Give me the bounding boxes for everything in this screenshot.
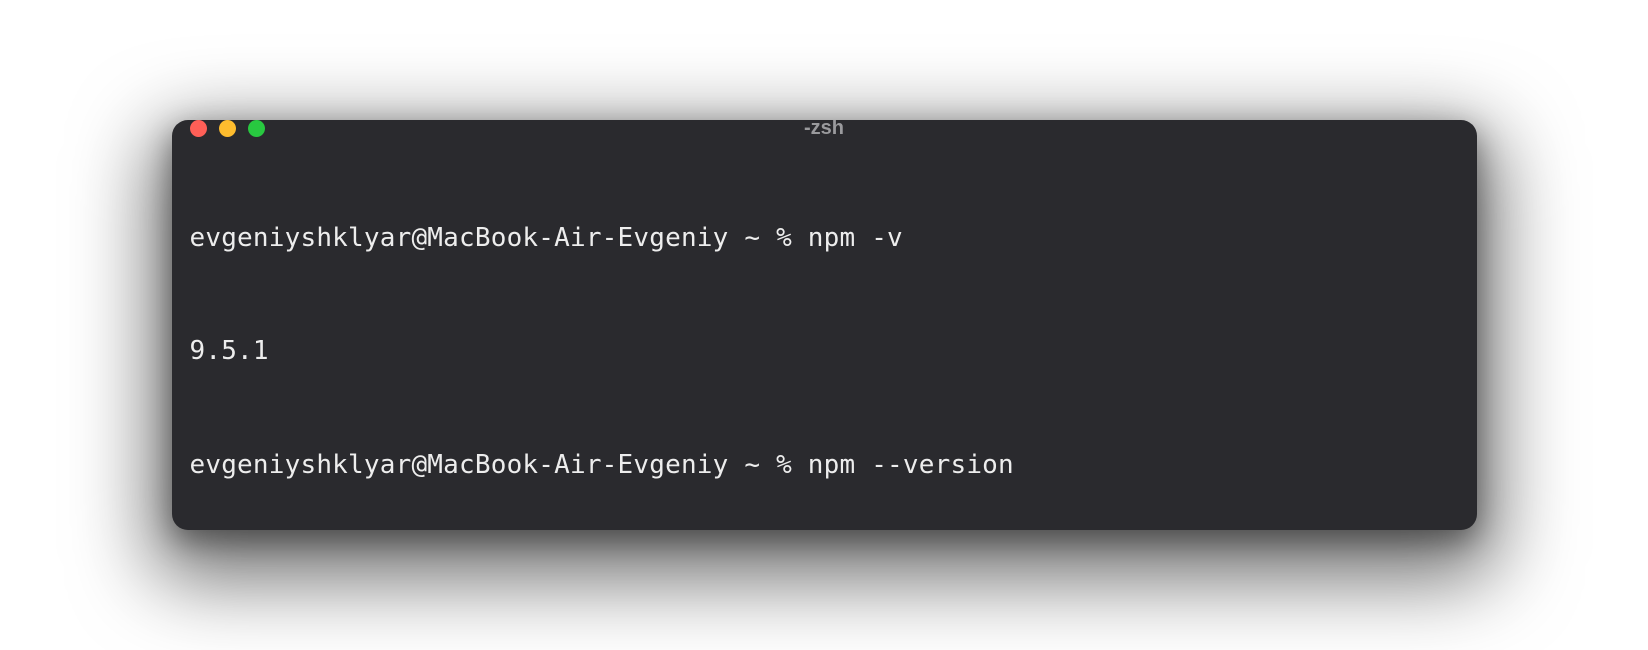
- traffic-lights: [190, 120, 265, 137]
- window-title: -zsh: [804, 120, 844, 140]
- command-text: npm --version: [808, 450, 1014, 480]
- prompt-text: evgeniyshklyar@MacBook-Air-Evgeniy ~ %: [190, 223, 808, 253]
- terminal-body[interactable]: evgeniyshklyar@MacBook-Air-Evgeniy ~ % n…: [172, 137, 1477, 530]
- terminal-line: evgeniyshklyar@MacBook-Air-Evgeniy ~ % n…: [190, 220, 1459, 258]
- command-text: npm -v: [808, 223, 903, 253]
- close-icon[interactable]: [190, 120, 207, 137]
- minimize-icon[interactable]: [219, 120, 236, 137]
- output-text: 9.5.1: [190, 336, 269, 366]
- terminal-line: 9.5.1: [190, 333, 1459, 371]
- terminal-line: evgeniyshklyar@MacBook-Air-Evgeniy ~ % n…: [190, 447, 1459, 485]
- titlebar: -zsh: [172, 120, 1477, 137]
- prompt-text: evgeniyshklyar@MacBook-Air-Evgeniy ~ %: [190, 450, 808, 480]
- terminal-window: -zsh evgeniyshklyar@MacBook-Air-Evgeniy …: [172, 120, 1477, 530]
- maximize-icon[interactable]: [248, 120, 265, 137]
